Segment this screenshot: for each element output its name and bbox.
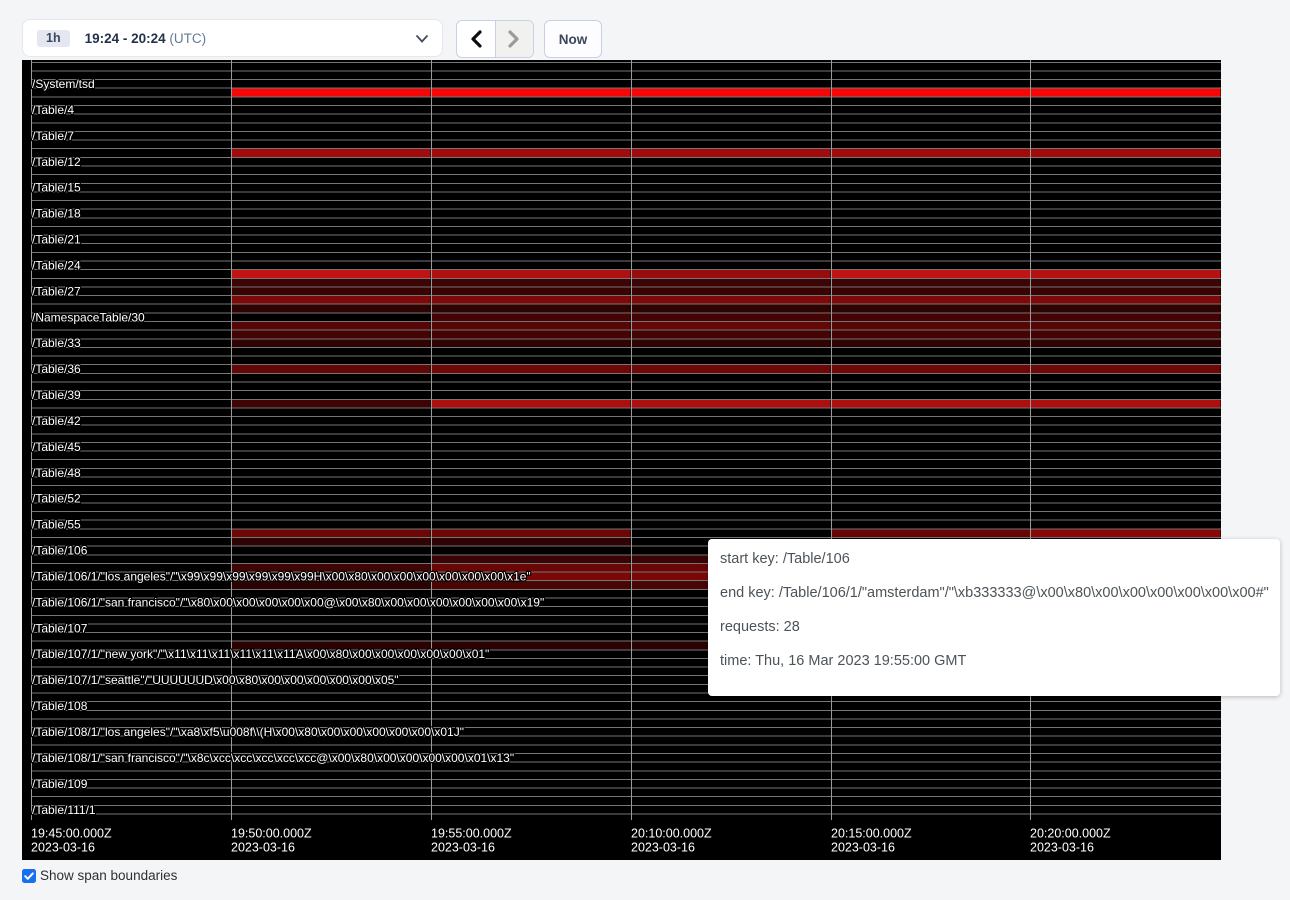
svg-text:19:45:00.000Z: 19:45:00.000Z: [31, 827, 112, 841]
svg-text:/Table/109: /Table/109: [32, 777, 88, 791]
svg-text:/System/tsd: /System/tsd: [32, 77, 95, 91]
svg-text:/Table/42: /Table/42: [32, 414, 81, 428]
svg-text:2023-03-16: 2023-03-16: [831, 841, 895, 855]
svg-text:19:50:00.000Z: 19:50:00.000Z: [231, 827, 312, 841]
svg-text:/Table/108/1/"san francisco"/": /Table/108/1/"san francisco"/"\x8c\xcc\x…: [32, 751, 514, 765]
svg-text:/Table/108: /Table/108: [32, 699, 88, 713]
svg-text:/Table/15: /Table/15: [32, 181, 81, 195]
svg-text:/Table/33: /Table/33: [32, 336, 81, 350]
svg-text:19:55:00.000Z: 19:55:00.000Z: [431, 827, 512, 841]
svg-text:/Table/7: /Table/7: [32, 129, 74, 143]
svg-text:/Table/21: /Table/21: [32, 233, 81, 247]
svg-text:/Table/18: /Table/18: [32, 207, 81, 221]
svg-text:/Table/55: /Table/55: [32, 518, 81, 532]
svg-text:2023-03-16: 2023-03-16: [31, 841, 95, 855]
svg-text:/Table/106: /Table/106: [32, 544, 88, 558]
svg-text:/Table/108/1/"los angeles"/"\x: /Table/108/1/"los angeles"/"\xa8\xf5\u00…: [32, 725, 464, 739]
svg-text:2023-03-16: 2023-03-16: [631, 841, 695, 855]
svg-text:/Table/45: /Table/45: [32, 440, 81, 454]
svg-text:/Table/4: /Table/4: [32, 103, 74, 117]
svg-text:2023-03-16: 2023-03-16: [431, 841, 495, 855]
svg-text:/Table/106/1/"los angeles"/"\x: /Table/106/1/"los angeles"/"\x99\x99\x99…: [32, 570, 531, 584]
svg-text:/Table/106/1/"san francisco"/": /Table/106/1/"san francisco"/"\x80\x00\x…: [32, 595, 544, 609]
svg-text:/Table/48: /Table/48: [32, 466, 81, 480]
svg-text:20:10:00.000Z: 20:10:00.000Z: [631, 827, 712, 841]
svg-text:/Table/39: /Table/39: [32, 388, 81, 402]
svg-text:2023-03-16: 2023-03-16: [1030, 841, 1094, 855]
svg-text:/Table/12: /Table/12: [32, 155, 81, 169]
svg-text:/Table/24: /Table/24: [32, 258, 81, 272]
svg-text:2023-03-16: 2023-03-16: [231, 841, 295, 855]
svg-text:/Table/107: /Table/107: [32, 621, 88, 635]
svg-text:/Table/111/1: /Table/111/1: [32, 803, 96, 817]
svg-text:/Table/107/1/"seattle"/"UUUUUU: /Table/107/1/"seattle"/"UUUUUUD\x00\x80\…: [32, 673, 399, 687]
svg-text:/Table/36: /Table/36: [32, 362, 81, 376]
svg-text:/Table/27: /Table/27: [32, 284, 81, 298]
svg-text:/Table/52: /Table/52: [32, 492, 81, 506]
svg-text:/NamespaceTable/30: /NamespaceTable/30: [32, 310, 145, 324]
svg-text:20:15:00.000Z: 20:15:00.000Z: [831, 827, 912, 841]
svg-text:20:20:00.000Z: 20:20:00.000Z: [1030, 827, 1111, 841]
svg-text:/Table/107/1/"new york"/"\x11\: /Table/107/1/"new york"/"\x11\x11\x11\x1…: [32, 647, 489, 661]
